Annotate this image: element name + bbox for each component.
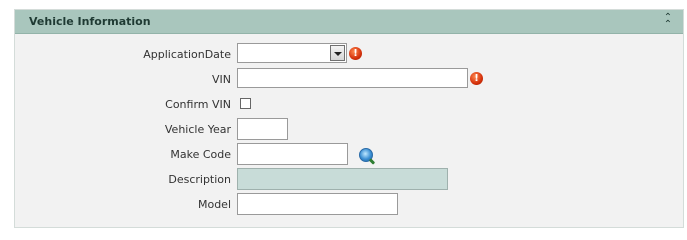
vehicle-information-panel: Vehicle Information ⌃ ⌃ ApplicationDate !… — [14, 9, 684, 228]
model-label: Model — [197, 198, 231, 211]
model-input[interactable] — [237, 193, 398, 215]
make-code-input[interactable] — [237, 143, 348, 165]
application-date-row: ApplicationDate ! — [15, 43, 683, 65]
confirm-vin-checkbox[interactable] — [240, 98, 251, 109]
application-date-select[interactable] — [237, 43, 347, 63]
confirm-vin-label: Confirm VIN — [165, 98, 231, 111]
description-label: Description — [168, 173, 231, 186]
vehicle-year-row: Vehicle Year — [15, 118, 683, 140]
double-chevron-up-icon[interactable]: ⌃ ⌃ — [663, 13, 673, 30]
application-date-label: ApplicationDate — [143, 48, 231, 61]
required-alert-icon: ! — [470, 72, 483, 85]
vin-input[interactable] — [237, 68, 468, 88]
model-row: Model — [15, 193, 683, 215]
vehicle-year-label: Vehicle Year — [164, 123, 231, 136]
panel-header[interactable]: Vehicle Information ⌃ ⌃ — [15, 10, 683, 34]
chevron-down-icon[interactable] — [330, 45, 345, 61]
make-code-label: Make Code — [170, 148, 231, 161]
vin-label: VIN — [212, 73, 231, 86]
description-input — [237, 168, 448, 190]
required-alert-icon: ! — [349, 47, 362, 60]
confirm-vin-row: Confirm VIN — [15, 93, 683, 115]
vehicle-year-input[interactable] — [237, 118, 288, 140]
vin-row: VIN ! — [15, 68, 683, 90]
make-code-row: Make Code — [15, 143, 683, 165]
lookup-search-icon[interactable] — [359, 148, 373, 162]
description-row: Description — [15, 168, 683, 190]
panel-title: Vehicle Information — [29, 15, 151, 28]
